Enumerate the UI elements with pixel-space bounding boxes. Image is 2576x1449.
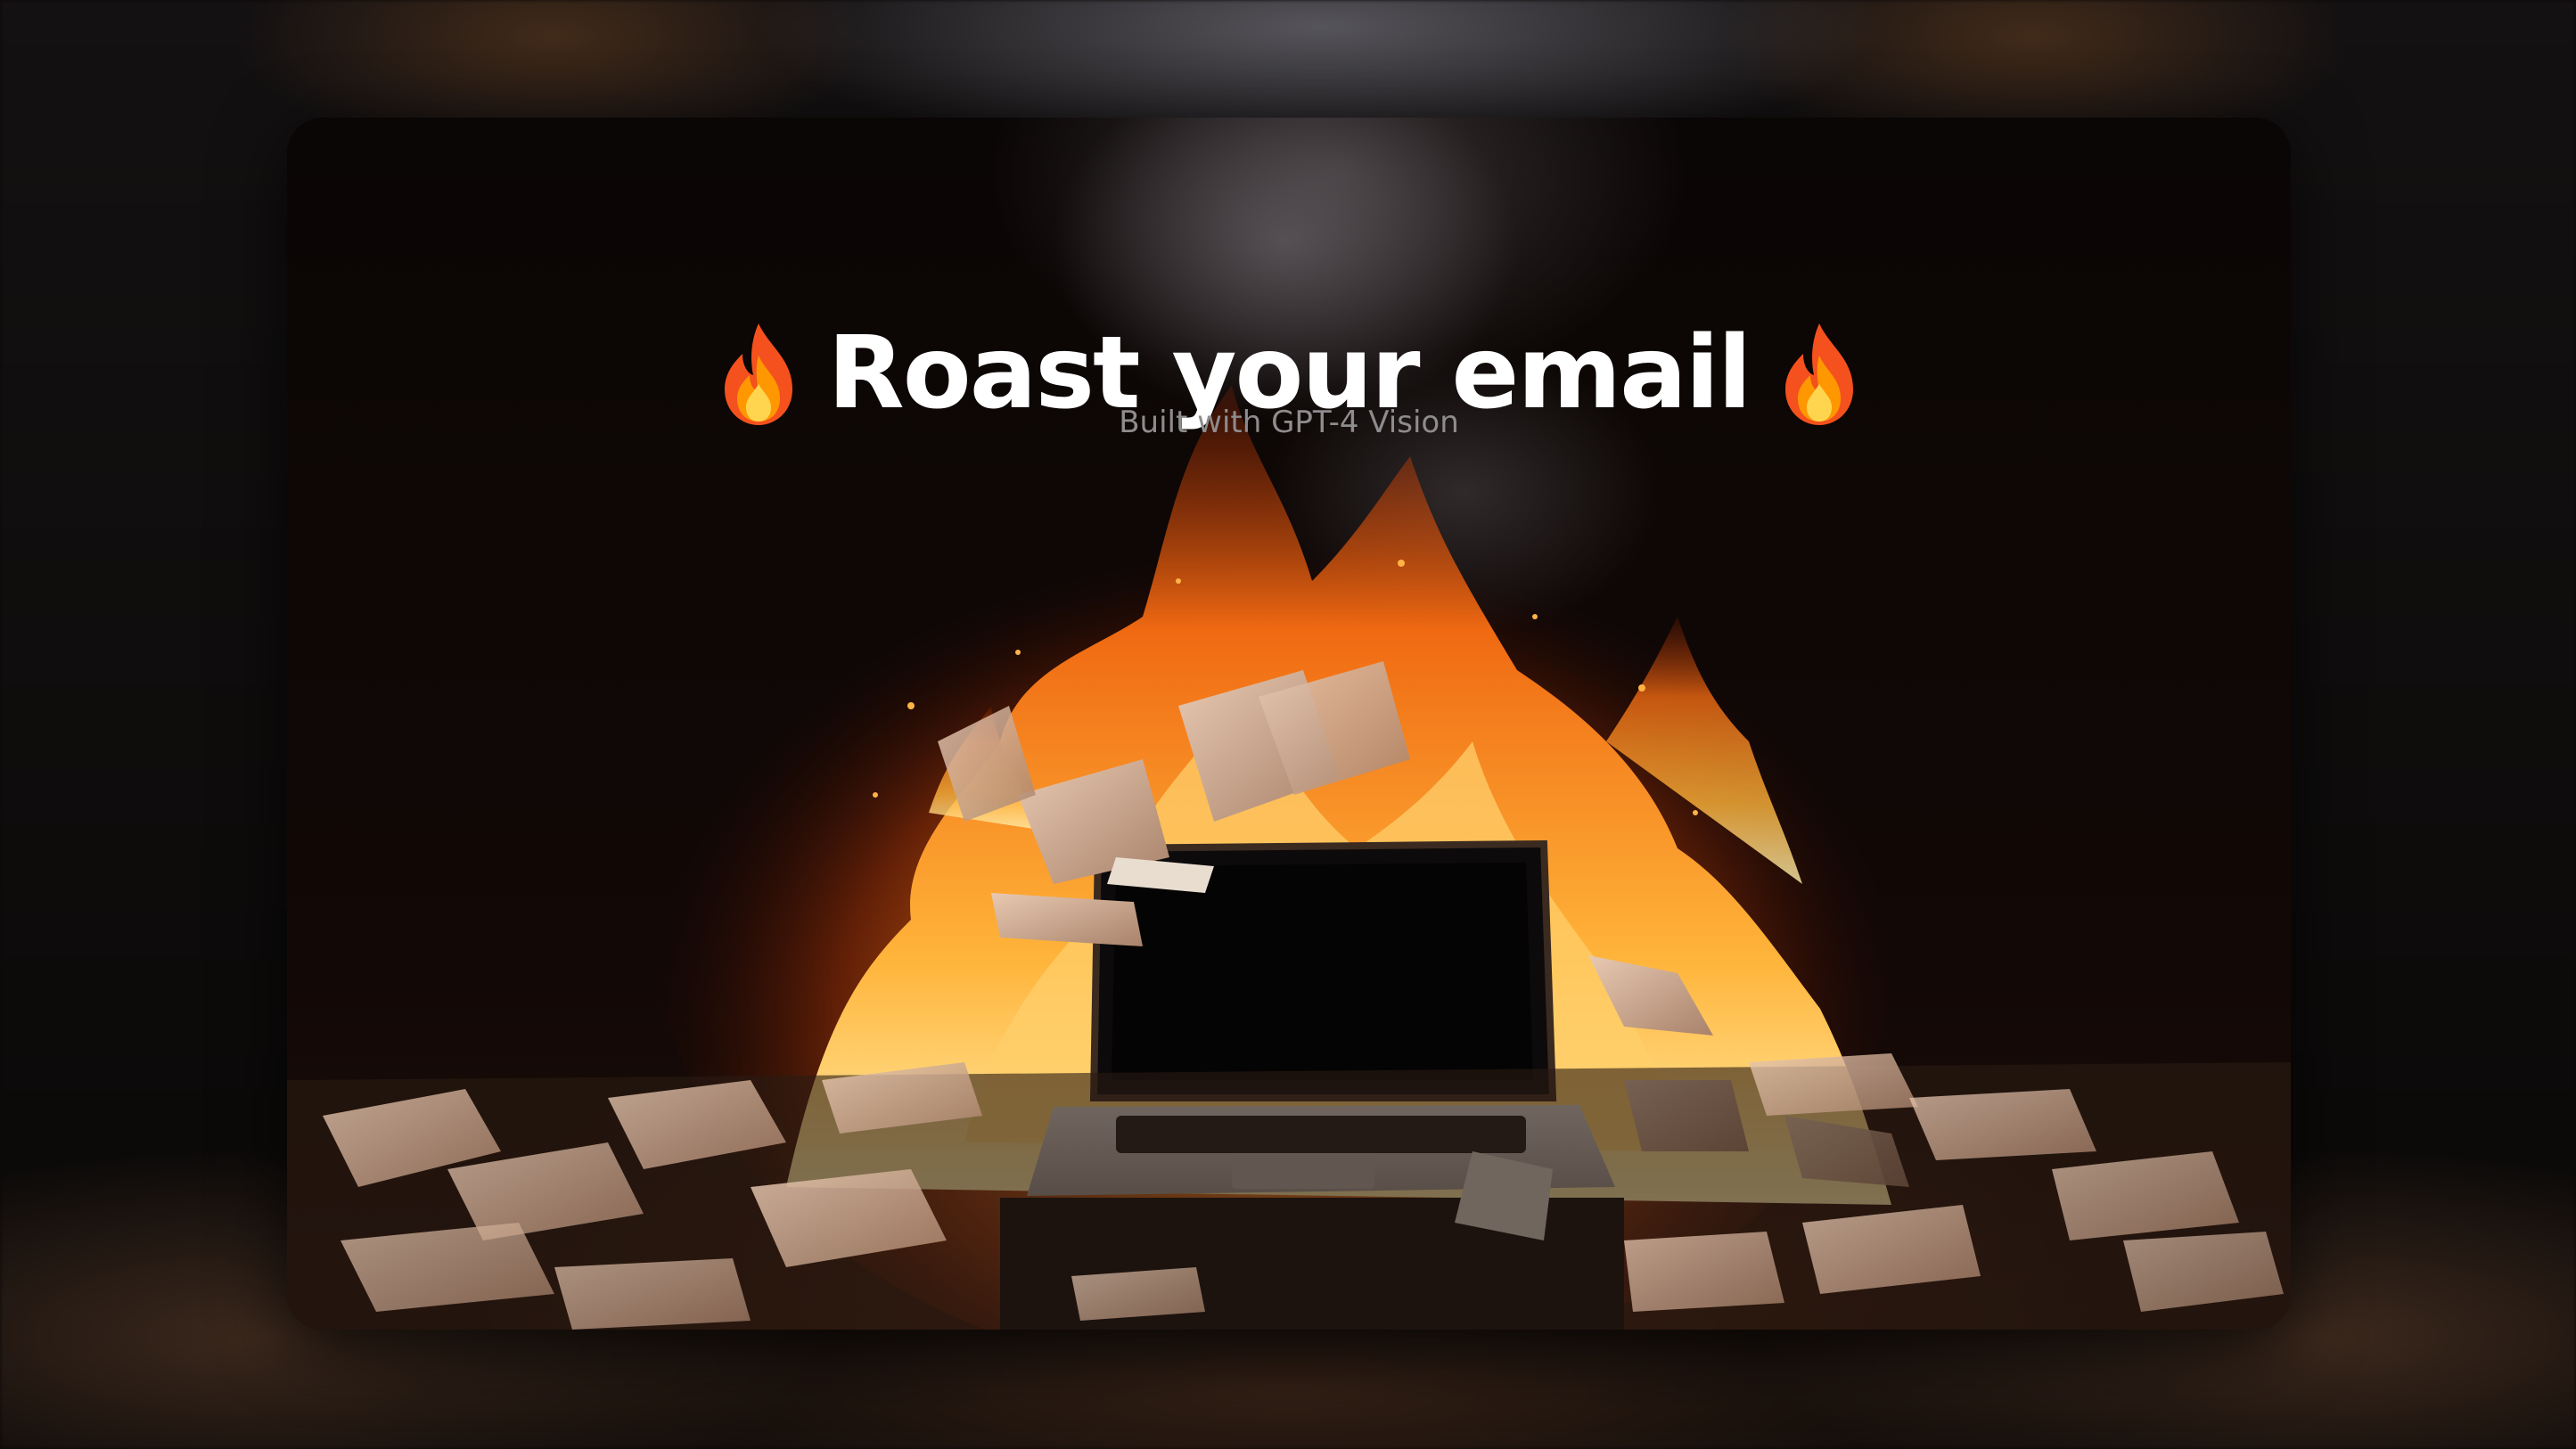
hero-card: Roast your email Built with GPT-4 Vision — [287, 118, 2291, 1330]
page-subtitle: Built with GPT-4 Vision — [1119, 405, 1459, 440]
burning-laptop-illustration — [287, 118, 2291, 1330]
laptop-screen-bezel — [1112, 863, 1533, 1080]
